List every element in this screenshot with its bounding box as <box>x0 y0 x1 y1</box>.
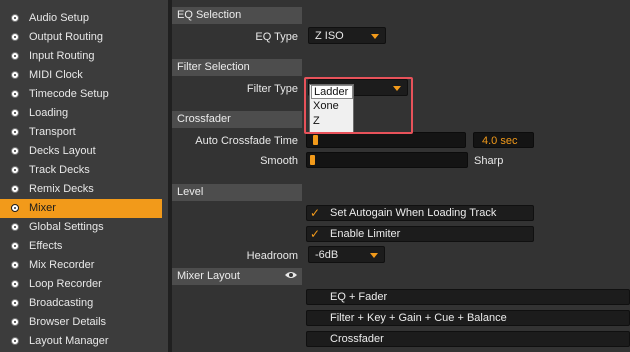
bullet-icon <box>11 280 19 288</box>
sidebar-item-label: Global Settings <box>29 221 104 233</box>
preferences-sidebar: Audio Setup Output Routing Input Routing… <box>0 0 168 352</box>
eq-type-label: EQ Type <box>255 31 298 43</box>
bullet-icon <box>11 90 19 98</box>
bullet-icon <box>11 14 19 22</box>
bullet-icon <box>11 242 19 250</box>
sidebar-item-label: Mixer <box>29 202 56 214</box>
sidebar-item-label: Timecode Setup <box>29 88 109 100</box>
checkbox-icon <box>310 334 321 345</box>
mixer-layout-filter-key-gain-checkbox[interactable]: Filter + Key + Gain + Cue + Balance <box>306 310 630 326</box>
highlight-box <box>304 77 413 134</box>
sidebar-item-label: Layout Manager <box>29 335 109 347</box>
sidebar-item-track-decks[interactable]: Track Decks <box>0 161 162 180</box>
sidebar-item-label: Loading <box>29 107 69 119</box>
bullet-icon <box>11 52 19 60</box>
bullet-icon <box>11 109 19 117</box>
bullet-icon <box>11 204 19 212</box>
mixer-layout-crossfader-checkbox[interactable]: Crossfader <box>306 331 630 347</box>
sidebar-item-midi-clock[interactable]: MIDI Clock <box>0 66 162 85</box>
sidebar-item-output-routing[interactable]: Output Routing <box>0 28 162 47</box>
bullet-icon <box>11 71 19 79</box>
sidebar-item-mixer[interactable]: Mixer <box>0 199 162 218</box>
auto-crossfade-time-slider[interactable] <box>306 132 466 148</box>
headroom-label: Headroom <box>246 250 298 262</box>
set-autogain-label: Set Autogain When Loading Track <box>330 207 497 219</box>
sidebar-item-transport[interactable]: Transport <box>0 123 162 142</box>
bullet-icon <box>11 147 19 155</box>
sidebar-item-label: MIDI Clock <box>29 69 83 81</box>
eq-type-dropdown[interactable]: Z ISO <box>308 27 386 44</box>
crossfader-curve-slider-knob[interactable] <box>310 155 315 165</box>
smooth-label: Smooth <box>260 155 298 167</box>
sidebar-item-label: Track Decks <box>29 164 90 176</box>
mixer-layout-eq-fader-label: EQ + Fader <box>330 291 388 303</box>
bullet-icon <box>11 128 19 136</box>
bullet-icon <box>11 318 19 326</box>
sidebar-item-global-settings[interactable]: Global Settings <box>0 218 162 237</box>
bullet-icon <box>11 33 19 41</box>
section-header-level: Level <box>172 184 302 201</box>
filter-type-label: Filter Type <box>246 83 298 95</box>
sidebar-item-mix-recorder[interactable]: Mix Recorder <box>0 256 162 275</box>
bullet-icon <box>11 223 19 231</box>
eq-type-value: Z ISO <box>315 30 344 42</box>
auto-crossfade-time-value[interactable]: 4.0 sec <box>473 132 534 148</box>
sidebar-item-decks-layout[interactable]: Decks Layout <box>0 142 162 161</box>
enable-limiter-checkbox[interactable]: ✓ Enable Limiter <box>306 226 534 242</box>
eye-icon[interactable] <box>284 270 298 280</box>
auto-crossfade-time-label: Auto Crossfade Time <box>195 135 298 147</box>
checkmark-icon: ✓ <box>310 227 321 241</box>
sharp-label: Sharp <box>474 155 504 167</box>
checkbox-icon <box>310 313 321 324</box>
section-header-mixer-layout: Mixer Layout <box>172 268 302 285</box>
sidebar-item-label: Broadcasting <box>29 297 94 309</box>
sidebar-item-label: Mix Recorder <box>29 259 95 271</box>
headroom-dropdown[interactable]: -6dB <box>308 246 385 263</box>
mixer-layout-eq-fader-checkbox[interactable]: EQ + Fader <box>306 289 630 305</box>
sidebar-item-layout-manager[interactable]: Layout Manager <box>0 332 162 351</box>
auto-crossfade-time-slider-knob[interactable] <box>312 135 318 145</box>
bullet-icon <box>11 166 19 174</box>
bullet-icon <box>11 337 19 345</box>
sidebar-item-loop-recorder[interactable]: Loop Recorder <box>0 275 162 294</box>
crossfader-curve-slider[interactable] <box>306 152 468 168</box>
chevron-down-icon <box>371 34 379 39</box>
sidebar-item-audio-setup[interactable]: Audio Setup <box>0 9 162 28</box>
sidebar-item-remix-decks[interactable]: Remix Decks <box>0 180 162 199</box>
mixer-layout-crossfader-label: Crossfader <box>330 333 384 345</box>
sidebar-item-label: Decks Layout <box>29 145 96 157</box>
mixer-layout-filter-key-gain-label: Filter + Key + Gain + Cue + Balance <box>330 312 507 324</box>
sidebar-item-label: Input Routing <box>29 50 95 62</box>
sidebar-item-label: Effects <box>29 240 63 252</box>
sidebar-item-label: Transport <box>29 126 76 138</box>
checkbox-icon <box>310 292 321 303</box>
sidebar-item-broadcasting[interactable]: Broadcasting <box>0 294 162 313</box>
bullet-icon <box>11 299 19 307</box>
sidebar-item-effects[interactable]: Effects <box>0 237 162 256</box>
sidebar-item-loading[interactable]: Loading <box>0 104 162 123</box>
sidebar-item-label: Browser Details <box>29 316 107 328</box>
sidebar-item-input-routing[interactable]: Input Routing <box>0 47 162 66</box>
section-header-filter-selection: Filter Selection <box>172 59 302 76</box>
bullet-icon <box>11 261 19 269</box>
section-header-crossfader: Crossfader <box>172 111 302 128</box>
section-header-eq-selection: EQ Selection <box>172 7 302 24</box>
checkmark-icon: ✓ <box>310 206 321 220</box>
chevron-down-icon <box>370 253 378 258</box>
sidebar-item-browser-details[interactable]: Browser Details <box>0 313 162 332</box>
sidebar-item-timecode-setup[interactable]: Timecode Setup <box>0 85 162 104</box>
enable-limiter-label: Enable Limiter <box>330 228 401 240</box>
sidebar-item-label: Remix Decks <box>29 183 94 195</box>
set-autogain-checkbox[interactable]: ✓ Set Autogain When Loading Track <box>306 205 534 221</box>
preferences-main-panel: EQ Selection EQ Type Z ISO Filter Select… <box>172 0 630 352</box>
sidebar-item-label: Output Routing <box>29 31 103 43</box>
sidebar-item-label: Loop Recorder <box>29 278 102 290</box>
sidebar-item-label: Audio Setup <box>29 12 89 24</box>
headroom-value: -6dB <box>315 249 339 261</box>
bullet-icon <box>11 185 19 193</box>
